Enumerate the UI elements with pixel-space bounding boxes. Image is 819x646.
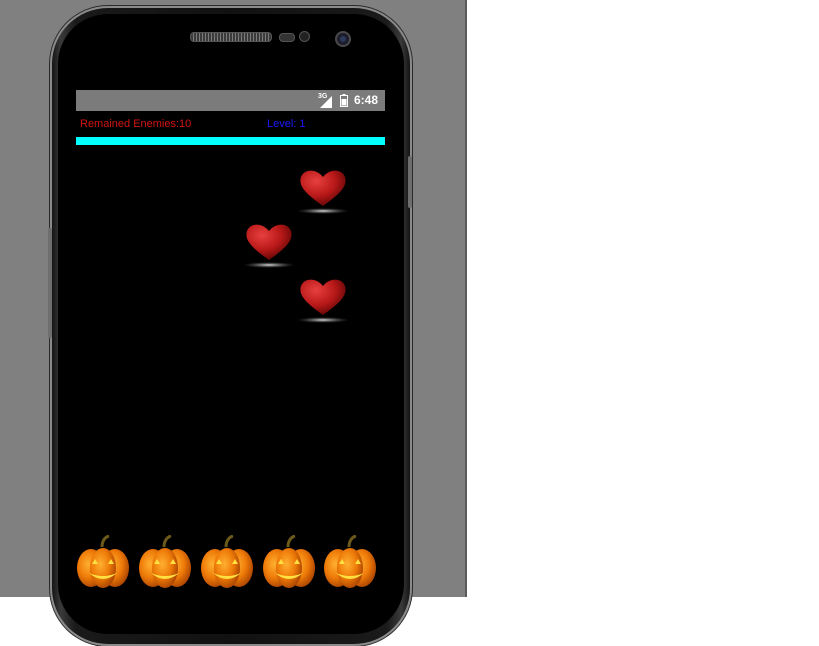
speaker-grille bbox=[190, 32, 272, 42]
pumpkin-icon[interactable] bbox=[261, 535, 317, 591]
pumpkin-icon[interactable] bbox=[199, 535, 255, 591]
status-bar: 3G 6:48 bbox=[76, 90, 385, 111]
health-progress-fill bbox=[76, 137, 385, 145]
volume-button[interactable] bbox=[48, 228, 52, 338]
pumpkin-icon[interactable] bbox=[322, 535, 378, 591]
blank-area bbox=[467, 0, 819, 597]
health-progress-bar bbox=[76, 137, 385, 145]
signal-icon bbox=[320, 96, 332, 108]
pumpkin-icon[interactable] bbox=[76, 535, 131, 591]
heart-icon[interactable] bbox=[242, 220, 296, 268]
heart-icon[interactable] bbox=[296, 275, 350, 323]
power-button[interactable] bbox=[408, 156, 412, 208]
level-label: Level: 1 bbox=[267, 118, 306, 130]
proximity-sensor bbox=[279, 33, 295, 42]
remained-enemies-label: Remained Enemies:10 bbox=[80, 118, 192, 130]
status-clock: 6:48 bbox=[354, 93, 379, 107]
pumpkin-icon[interactable] bbox=[137, 535, 193, 591]
game-screen[interactable]: 3G 6:48 Remained Enemies:10 Level: 1 bbox=[76, 90, 385, 597]
light-sensor bbox=[299, 31, 310, 42]
heart-icon[interactable] bbox=[296, 166, 350, 214]
battery-icon bbox=[340, 94, 348, 107]
front-camera-icon bbox=[335, 31, 351, 47]
